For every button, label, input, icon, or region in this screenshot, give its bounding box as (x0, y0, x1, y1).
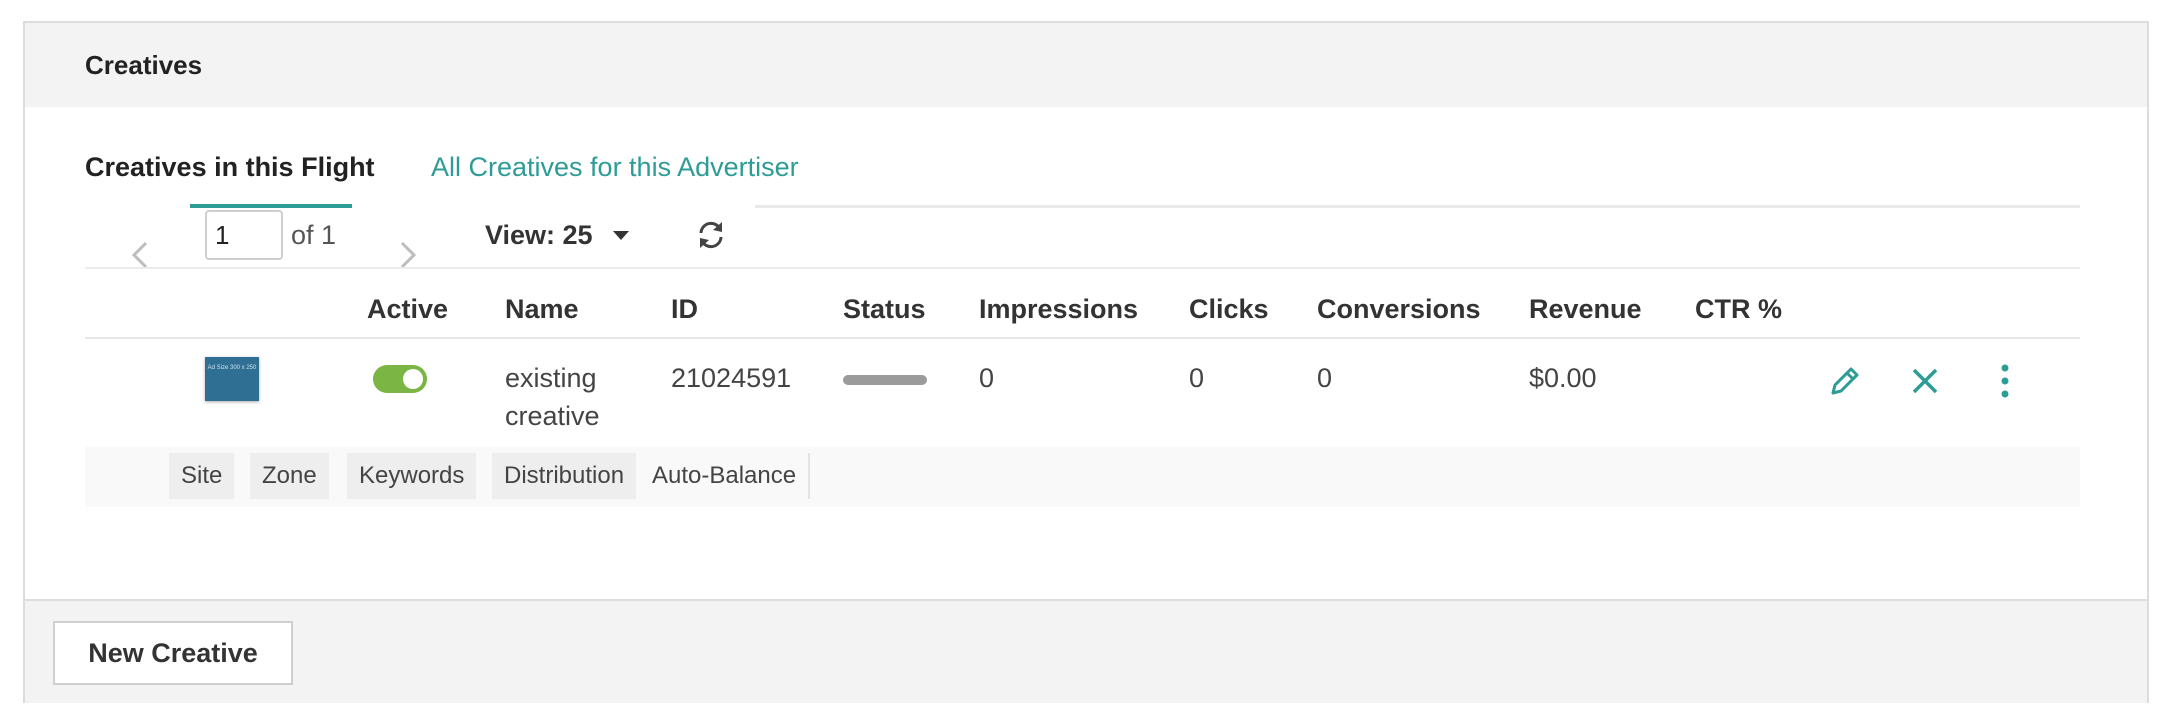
new-creative-button[interactable]: New Creative (53, 621, 293, 685)
column-header-revenue[interactable]: Revenue (1529, 289, 1642, 329)
column-header-conversions[interactable]: Conversions (1317, 289, 1481, 329)
creative-name: existing creative (505, 359, 600, 435)
creative-thumbnail[interactable]: Ad Size 300 x 250 (205, 357, 259, 401)
refresh-icon[interactable] (695, 219, 727, 251)
delete-button[interactable] (1905, 361, 1945, 401)
column-header-active[interactable]: Active (367, 289, 448, 329)
auto-balance-chip[interactable]: Auto-Balance (640, 453, 811, 499)
site-chip[interactable]: Site (169, 453, 235, 499)
column-header-status[interactable]: Status (843, 289, 926, 329)
column-header-id[interactable]: ID (671, 289, 698, 329)
tab-divider (755, 205, 2080, 208)
active-tab-indicator (190, 204, 352, 208)
panel-title: Creatives (85, 50, 203, 80)
chevron-right-icon (400, 241, 417, 269)
status-indicator (843, 375, 927, 385)
creative-name-line: creative (505, 401, 600, 431)
creative-id: 21024591 (671, 363, 792, 393)
more-vertical-icon (2001, 364, 2009, 398)
zone-chip[interactable]: Zone (250, 453, 329, 499)
previous-page-button[interactable] (123, 235, 157, 275)
next-page-button[interactable] (391, 235, 425, 275)
page-count-label: of 1 (291, 220, 337, 250)
targeting-strip: Site Zone Keywords Distribution Auto-Bal… (85, 447, 2080, 507)
table-header-divider (85, 337, 2080, 339)
creatives-panel: Creatives Creatives in this Flight All C… (23, 21, 2149, 703)
edit-button[interactable] (1825, 361, 1865, 401)
toolbar-divider (85, 267, 2080, 269)
column-header-name[interactable]: Name (505, 289, 579, 329)
column-header-impressions[interactable]: Impressions (979, 289, 1138, 329)
column-header-clicks[interactable]: Clicks (1189, 289, 1269, 329)
caret-down-icon[interactable] (613, 228, 629, 242)
active-toggle[interactable] (373, 365, 427, 393)
panel-footer: New Creative (25, 599, 2147, 703)
impressions-value: 0 (979, 363, 995, 393)
page-number-input[interactable] (205, 210, 283, 260)
tab-all-creatives-advertiser[interactable]: All Creatives for this Advertiser (431, 145, 799, 189)
view-count-select[interactable]: View: 25 (485, 213, 593, 257)
panel-header: Creatives (25, 23, 2147, 107)
chevron-left-icon (131, 241, 148, 269)
revenue-value: $0.00 (1529, 363, 1597, 393)
conversions-value: 0 (1317, 363, 1333, 393)
column-header-ctr[interactable]: CTR % (1695, 289, 1782, 329)
creative-name-line: existing (505, 363, 597, 393)
keywords-chip[interactable]: Keywords (347, 453, 477, 499)
close-icon (1912, 368, 1938, 394)
clicks-value: 0 (1189, 363, 1205, 393)
tab-creatives-in-flight[interactable]: Creatives in this Flight (85, 145, 375, 189)
more-options-button[interactable] (1985, 361, 2025, 401)
distribution-chip[interactable]: Distribution (492, 453, 637, 499)
pencil-icon (1831, 367, 1859, 395)
toggle-knob (403, 369, 423, 389)
